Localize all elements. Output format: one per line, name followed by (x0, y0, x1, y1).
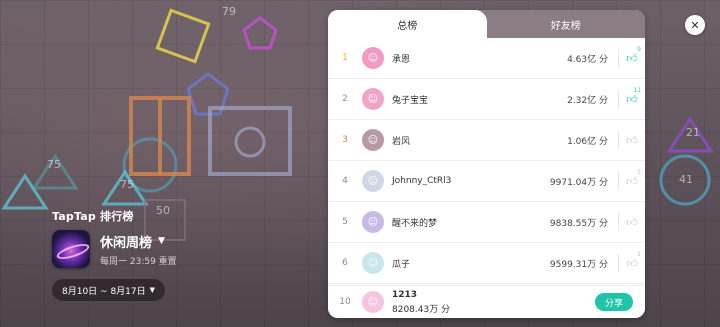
deco-number: 41 (679, 173, 693, 186)
rank-number: 1 (342, 53, 348, 63)
my-avatar: ☺ (362, 291, 384, 313)
thumbs-up-icon: 👍︎ (626, 51, 638, 65)
rank-number: 3 (342, 135, 348, 145)
player-avatar[interactable]: ☺ (362, 47, 384, 69)
tab-overall[interactable]: 总榜 (328, 10, 487, 38)
neon-pentagon-deco (240, 14, 280, 58)
like-button[interactable]: 👍︎ 9 (618, 46, 645, 67)
player-name: 岩风 (392, 136, 411, 147)
player-name: 醒不来的梦 (392, 218, 438, 229)
neon-triangle-deco-3 (0, 172, 50, 216)
like-button[interactable]: 👍︎ 11 (618, 87, 645, 108)
leaderboard-row[interactable]: 6 ☺ 瓜子 9599.31万 分 👍︎ 1 (328, 243, 645, 284)
player-score: 4.63亿 分 (567, 54, 608, 65)
like-count: 9 (637, 46, 641, 53)
my-score: 8208.43万 分 (392, 304, 451, 315)
my-name: 1213 (392, 289, 418, 300)
deco-number: 75 (47, 158, 61, 171)
my-rank: 10 (339, 297, 351, 307)
like-count: 11 (633, 87, 641, 94)
like-button[interactable]: 👍︎ (618, 213, 645, 231)
thumbs-up-icon: 👍︎ (626, 256, 638, 270)
player-avatar[interactable]: ☺ (362, 129, 384, 151)
my-rank-row: 10 ☺ 1213 8208.43万 分 分享 (328, 285, 645, 318)
like-button[interactable]: 👍︎ 5 (618, 169, 645, 190)
leaderboard-tabs: 总榜 好友榜 (328, 10, 645, 38)
date-range-selector[interactable]: 8月10日 ~ 8月17日 ▼ (52, 279, 166, 301)
rank-number: 5 (342, 217, 348, 227)
player-avatar[interactable]: ☺ (362, 211, 384, 233)
leaderboard-row[interactable]: 1 ☺ 承恩 4.63亿 分 👍︎ 9 (328, 38, 645, 79)
player-score: 2.32亿 分 (567, 95, 608, 106)
player-name: 瓜子 (392, 259, 411, 270)
player-avatar[interactable]: ☺ (362, 252, 384, 274)
leaderboard-panel: 总榜 好友榜 1 ☺ 承恩 4.63亿 分 👍︎ 9 2 ☺ 兔子宝宝 2.32亿 分 👍︎ 11 3 ☺… (328, 10, 645, 318)
board-selector[interactable]: 休闲周榜 ▼ (100, 232, 177, 251)
like-button[interactable]: 👍︎ 1 (618, 251, 645, 272)
player-score: 9971.04万 分 (549, 177, 608, 188)
share-button[interactable]: 分享 (595, 293, 633, 311)
player-name: Johnny_CtRl3 (392, 176, 452, 186)
like-count: 1 (637, 251, 641, 258)
date-range-label: 8月10日 ~ 8月17日 (62, 286, 146, 297)
brand-label: TapTap 排行榜 (52, 210, 134, 223)
player-avatar[interactable]: ☺ (362, 170, 384, 192)
player-score: 9599.31万 分 (549, 259, 608, 270)
caret-down-icon: ▼ (149, 286, 156, 294)
thumbs-up-icon: 👍︎ (626, 92, 638, 106)
like-count: 5 (637, 169, 641, 176)
game-app-icon (52, 230, 90, 268)
player-score: 1.06亿 分 (567, 136, 608, 147)
thumbs-up-icon: 👍︎ (626, 133, 638, 147)
rank-number: 2 (342, 94, 348, 104)
leaderboard-list[interactable]: 1 ☺ 承恩 4.63亿 分 👍︎ 9 2 ☺ 兔子宝宝 2.32亿 分 👍︎ 11 3 ☺ 岩风 1.06亿… (328, 38, 645, 286)
thumbs-up-icon: 👍︎ (626, 174, 638, 188)
leaderboard-row[interactable]: 2 ☺ 兔子宝宝 2.32亿 分 👍︎ 11 (328, 79, 645, 120)
neon-square-deco (155, 8, 215, 72)
player-name: 兔子宝宝 (392, 95, 429, 106)
rank-number: 6 (342, 258, 348, 268)
caret-down-icon: ▼ (158, 236, 165, 246)
tab-friends[interactable]: 好友榜 (487, 10, 646, 38)
player-avatar[interactable]: ☺ (362, 88, 384, 110)
leaderboard-row[interactable]: 3 ☺ 岩风 1.06亿 分 👍︎ (328, 120, 645, 161)
reset-note: 每周一 23:59 重置 (100, 256, 177, 267)
like-button[interactable]: 👍︎ (618, 131, 645, 149)
rank-number: 4 (342, 176, 348, 186)
leaderboard-row[interactable]: 4 ☺ Johnny_CtRl3 9971.04万 分 👍︎ 5 (328, 161, 645, 202)
deco-number: 50 (156, 204, 170, 217)
player-score: 9838.55万 分 (549, 218, 608, 229)
close-icon[interactable]: ✕ (685, 15, 705, 35)
leaderboard-row[interactable]: 5 ☺ 醒不来的梦 9838.55万 分 👍︎ (328, 202, 645, 243)
thumbs-up-icon: 👍︎ (626, 215, 638, 229)
board-title: 休闲周榜 (100, 235, 153, 251)
neon-text-glyph-deco (125, 92, 325, 196)
deco-number: 21 (686, 126, 700, 139)
board-header: 休闲周榜 ▼ 每周一 23:59 重置 (52, 230, 177, 268)
player-name: 承恩 (392, 54, 411, 65)
deco-number: 79 (222, 5, 236, 18)
